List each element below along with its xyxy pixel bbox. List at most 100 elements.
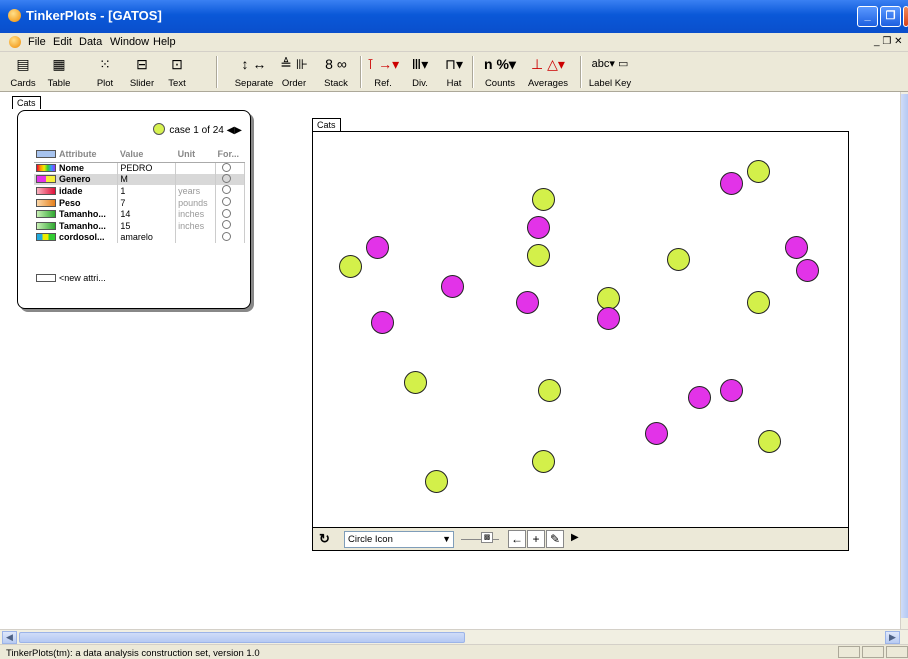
attribute-formula[interactable] (215, 173, 245, 186)
formula-radio-icon[interactable] (222, 220, 232, 230)
ref-button[interactable]: ⊺ →▾ Ref. (366, 54, 400, 89)
case-point-circle[interactable] (441, 275, 465, 299)
case-point-circle[interactable] (532, 450, 556, 473)
mdi-window-controls[interactable]: _ ❐ ✕ (874, 36, 902, 47)
attribute-name[interactable]: Peso (34, 196, 119, 209)
arrow-left-icon[interactable]: ← (508, 530, 526, 548)
horizontal-scroll-thumb[interactable] (19, 632, 465, 643)
menu-help[interactable]: Help (153, 36, 176, 48)
menu-data[interactable]: Data (79, 36, 102, 48)
attribute-unit[interactable]: inches (175, 219, 217, 232)
pencil-icon[interactable]: ✎ (546, 530, 564, 548)
formula-radio-icon[interactable] (222, 208, 232, 218)
case-point-circle[interactable] (403, 370, 427, 394)
mix-up-icon[interactable]: ↻ (319, 531, 337, 548)
case-point-circle[interactable] (339, 255, 363, 279)
horizontal-scrollbar[interactable]: ◀ ▶ (0, 629, 908, 644)
attribute-value[interactable]: amarelo (117, 231, 177, 244)
scroll-right-icon[interactable]: ▶ (885, 631, 900, 644)
vertical-scrollbar[interactable] (900, 92, 908, 629)
case-point-circle[interactable] (371, 311, 395, 335)
menu-file[interactable]: File (28, 36, 46, 48)
attribute-formula[interactable] (215, 162, 245, 174)
cards-tab[interactable]: Cats (12, 96, 41, 109)
plot-tab[interactable]: Cats (312, 118, 341, 131)
icon-size-slider-track[interactable] (461, 539, 499, 540)
icon-type-select[interactable]: Circle Icon ▼ (344, 531, 454, 548)
case-point-circle[interactable] (784, 235, 808, 259)
formula-radio-icon[interactable] (222, 162, 232, 172)
case-point-circle[interactable] (757, 430, 781, 454)
counts-button[interactable]: n %▾ Counts (480, 54, 520, 89)
case-point-circle[interactable] (527, 243, 551, 267)
attribute-formula[interactable] (215, 208, 245, 220)
restore-button[interactable]: ❐ (880, 6, 901, 27)
cards-button[interactable]: ▤ Cards (10, 54, 36, 89)
attribute-unit[interactable]: pounds (175, 196, 217, 209)
case-prev-next-arrows[interactable]: ◀▶ (227, 125, 242, 136)
attribute-formula[interactable] (215, 196, 245, 209)
data-card[interactable]: case 1 of 24 ◀▶ Attribute Value Unit For… (17, 110, 251, 309)
attribute-value[interactable]: PEDRO (117, 162, 177, 174)
averages-button[interactable]: ⊥ △▾ Averages (524, 54, 572, 89)
formula-radio-icon[interactable] (222, 197, 232, 207)
attribute-value[interactable]: 15 (117, 219, 177, 232)
attribute-formula[interactable] (215, 185, 245, 197)
minimize-button[interactable]: _ (857, 6, 878, 27)
attribute-unit[interactable]: inches (175, 208, 217, 220)
attribute-name[interactable]: Genero (34, 173, 119, 186)
vertical-scroll-thumb[interactable] (901, 94, 908, 618)
attribute-value[interactable]: 1 (117, 185, 177, 197)
attribute-unit[interactable] (175, 231, 217, 244)
case-point-circle[interactable] (596, 307, 620, 331)
text-button[interactable]: ⊡ Text (165, 54, 189, 89)
label-key-button[interactable]: abc▾ ▭ Label Key (586, 54, 634, 89)
menu-window[interactable]: Window (110, 36, 149, 48)
attribute-value[interactable]: M (117, 173, 177, 186)
attribute-row[interactable]: Tamanho... 14 inches (34, 208, 245, 220)
attribute-row[interactable]: Nome PEDRO (34, 162, 245, 174)
case-point-circle[interactable] (537, 378, 561, 402)
attribute-row[interactable]: cordosol... amarelo (34, 231, 245, 244)
case-point-circle[interactable] (516, 291, 540, 315)
case-point-circle[interactable] (747, 160, 771, 184)
attribute-row[interactable]: Peso 7 pounds (34, 196, 245, 209)
formula-radio-icon[interactable] (222, 185, 232, 195)
order-button[interactable]: ≜ ⊪ Order (279, 54, 309, 89)
menu-edit[interactable]: Edit (53, 36, 72, 48)
attribute-formula[interactable] (215, 231, 245, 244)
attribute-unit[interactable] (175, 162, 217, 174)
stack-button[interactable]: 8 ∞ Stack (318, 54, 354, 89)
plot-button[interactable]: ⁙ Plot (92, 54, 118, 89)
attribute-value[interactable]: 14 (117, 208, 177, 220)
case-point-circle[interactable] (666, 247, 690, 271)
attribute-name[interactable]: idade (34, 185, 119, 197)
case-point-circle[interactable] (645, 422, 669, 446)
div-button[interactable]: Ⅲ▾ Div. (404, 54, 436, 89)
attribute-formula[interactable] (215, 219, 245, 232)
attribute-value[interactable]: 7 (117, 196, 177, 209)
formula-radio-icon[interactable] (222, 231, 232, 241)
attribute-name[interactable]: Tamanho... (34, 219, 119, 232)
attribute-row[interactable]: Genero M (34, 173, 245, 186)
plot-area[interactable] (312, 131, 849, 528)
document-icon[interactable] (9, 36, 21, 48)
attribute-unit[interactable] (175, 173, 217, 186)
case-point-circle[interactable] (720, 378, 744, 402)
attribute-name[interactable]: cordosol... (34, 231, 119, 244)
scroll-left-icon[interactable]: ◀ (2, 631, 17, 644)
case-point-circle[interactable] (527, 215, 551, 239)
slider-button[interactable]: ⊟ Slider (127, 54, 157, 89)
case-point-circle[interactable] (688, 386, 712, 410)
attribute-row[interactable]: Tamanho... 15 inches (34, 219, 245, 232)
hat-button[interactable]: ⊓▾ Hat (440, 54, 468, 89)
case-point-circle[interactable] (425, 469, 448, 493)
case-point-circle[interactable] (747, 291, 771, 315)
case-point-circle[interactable] (365, 235, 389, 259)
attribute-row[interactable]: idade 1 years (34, 185, 245, 197)
close-button[interactable] (903, 6, 908, 27)
case-point-circle[interactable] (795, 259, 819, 283)
attribute-name[interactable]: Tamanho... (34, 208, 119, 220)
table-button[interactable]: ▦ Table (44, 54, 74, 89)
case-point-circle[interactable] (720, 172, 744, 196)
